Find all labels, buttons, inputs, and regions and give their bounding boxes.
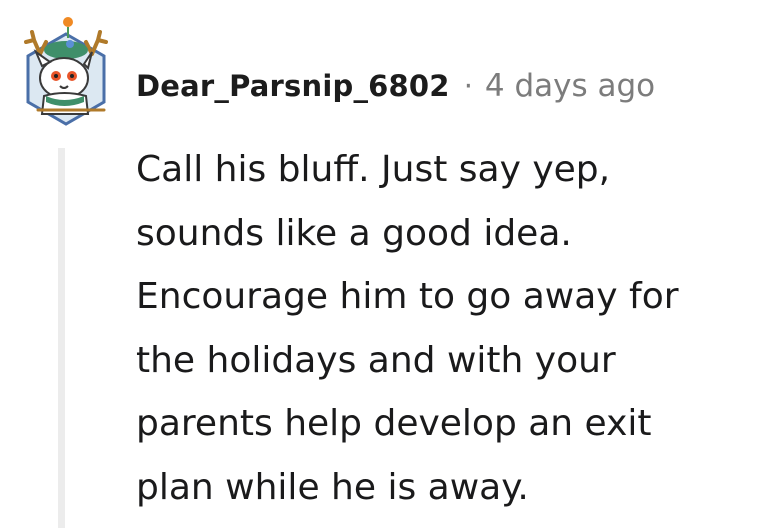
comment-line: parents help develop an exit (136, 403, 652, 444)
username-link[interactable]: Dear_Parsnip_6802 (136, 69, 450, 103)
comment-line: sounds like a good idea. (136, 212, 572, 254)
comment-line: Encourage him to go away for (136, 276, 679, 317)
comment-meta: Dear_Parsnip_6802 · 4 days ago (136, 66, 655, 106)
comment-line: the holidays and with your (136, 339, 616, 381)
comment-line: Call his bluff. Just say yep, (136, 149, 611, 190)
thread-line[interactable] (58, 148, 65, 528)
comment-line: plan while he is away. (136, 466, 529, 508)
comment-body: Call his bluff. Just say yep, sounds lik… (136, 138, 756, 519)
user-avatar[interactable] (18, 14, 114, 126)
comment: Dear_Parsnip_6802 · 4 days ago Call his … (0, 0, 764, 528)
reindeer-snoo-avatar-icon (24, 17, 108, 126)
timestamp[interactable]: 4 days ago (485, 68, 655, 104)
meta-separator: · (463, 69, 473, 103)
